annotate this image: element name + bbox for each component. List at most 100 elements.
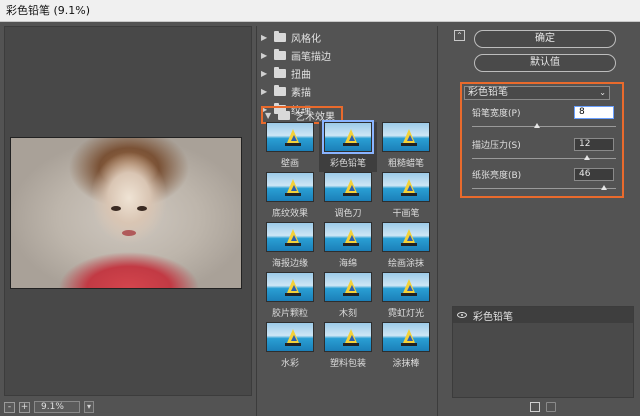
filter-thumbnail bbox=[382, 172, 430, 202]
caret-right-icon: ▶ bbox=[261, 32, 268, 42]
filter-label: 水彩 bbox=[280, 359, 299, 369]
zoom-level[interactable]: 9.1% bbox=[34, 401, 80, 413]
category-label: 素描 bbox=[291, 87, 311, 99]
filter-dry-brush[interactable]: 干画笔 bbox=[377, 172, 435, 222]
filter-thumbnail bbox=[266, 122, 314, 152]
filter-watercolor[interactable]: 水彩 bbox=[261, 322, 319, 372]
category-sketch[interactable]: ▶ 素描 bbox=[261, 82, 311, 100]
pencil-width-slider[interactable] bbox=[472, 126, 616, 127]
param-label-stroke-pressure: 描边压力(S) bbox=[472, 141, 521, 151]
filter-label: 木刻 bbox=[338, 309, 357, 319]
filter-thumbnail bbox=[322, 120, 374, 154]
filter-label: 海绵 bbox=[338, 259, 357, 269]
settings-panel: ⌃ 确定 默认值 彩色铅笔 ⌄ 铅笔宽度(P) 8 描边压力(S) 12 纸张亮… bbox=[440, 26, 638, 416]
filter-palette-knife[interactable]: 调色刀 bbox=[319, 172, 377, 222]
preview-eye-left bbox=[111, 206, 121, 211]
filter-rough-pastels[interactable]: 粗糙蜡笔 bbox=[377, 122, 435, 172]
filter-label: 彩色铅笔 bbox=[329, 159, 366, 169]
trash-icon[interactable] bbox=[546, 402, 556, 412]
stroke-pressure-slider[interactable] bbox=[472, 158, 616, 159]
preview-mouth bbox=[122, 230, 136, 236]
chevron-down-icon: ⌄ bbox=[599, 88, 606, 97]
param-label-paper-brightness: 纸张亮度(B) bbox=[472, 171, 522, 181]
folder-open-icon bbox=[278, 108, 290, 120]
stroke-pressure-input[interactable]: 12 bbox=[574, 138, 614, 151]
filter-settings-box: 彩色铅笔 ⌄ 铅笔宽度(P) 8 描边压力(S) 12 纸张亮度(B) 46 bbox=[460, 82, 624, 198]
caret-right-icon: ▶ bbox=[261, 68, 268, 78]
filter-thumbnail bbox=[324, 272, 372, 302]
filter-paint-daubs[interactable]: 绘画涂抹 bbox=[377, 222, 435, 272]
effect-layer-name: 彩色铅笔 bbox=[473, 311, 513, 323]
filter-label: 绘画涂抹 bbox=[387, 259, 424, 269]
folder-icon bbox=[274, 84, 286, 96]
param-label-pencil-width: 铅笔宽度(P) bbox=[472, 109, 521, 119]
category-stylize[interactable]: ▶ 风格化 bbox=[261, 28, 321, 46]
filter-thumbnail bbox=[382, 272, 430, 302]
caret-right-icon: ▶ bbox=[261, 50, 268, 60]
caret-right-icon: ▶ bbox=[261, 86, 268, 96]
pencil-width-input[interactable]: 8 bbox=[574, 106, 614, 119]
filter-select[interactable]: 彩色铅笔 ⌄ bbox=[464, 86, 610, 100]
filter-label: 干画笔 bbox=[392, 209, 420, 219]
filter-label: 涂抹棒 bbox=[392, 359, 420, 369]
zoom-out-button[interactable]: - bbox=[4, 401, 15, 413]
filter-label: 胶片颗粒 bbox=[271, 309, 308, 319]
eye-icon[interactable] bbox=[457, 312, 467, 318]
preview-panel[interactable] bbox=[4, 26, 252, 396]
category-label: 扭曲 bbox=[291, 69, 311, 81]
filter-thumbnail bbox=[266, 172, 314, 202]
folder-icon bbox=[274, 66, 286, 78]
filter-thumbnail bbox=[382, 122, 430, 152]
paper-brightness-slider-handle[interactable] bbox=[601, 185, 608, 190]
collapse-gallery-button[interactable]: ⌃ bbox=[454, 30, 465, 41]
window-title: 彩色铅笔 (9.1%) bbox=[0, 0, 640, 22]
category-distort[interactable]: ▶ 扭曲 bbox=[261, 64, 311, 82]
stroke-pressure-slider-handle[interactable] bbox=[584, 155, 591, 160]
filter-neon-glow[interactable]: 霓虹灯光 bbox=[377, 272, 435, 322]
filter-thumbnail bbox=[324, 322, 372, 352]
filter-thumbnail bbox=[382, 222, 430, 252]
filter-film-grain[interactable]: 胶片颗粒 bbox=[261, 272, 319, 322]
filter-label: 底纹效果 bbox=[271, 209, 308, 219]
filter-label: 塑料包装 bbox=[329, 359, 366, 369]
category-label: 画笔描边 bbox=[291, 51, 331, 63]
preview-image[interactable] bbox=[10, 137, 242, 289]
preview-eye-right bbox=[137, 206, 147, 211]
pencil-width-slider-handle[interactable] bbox=[533, 123, 540, 128]
folder-icon bbox=[274, 48, 286, 60]
filter-smudge-stick[interactable]: 涂抹棒 bbox=[377, 322, 435, 372]
filter-plastic-wrap[interactable]: 塑料包装 bbox=[319, 322, 377, 372]
effect-layer-row[interactable]: 彩色铅笔 bbox=[453, 307, 633, 323]
zoom-dropdown-icon[interactable]: ▾ bbox=[84, 401, 94, 413]
category-label: 风格化 bbox=[291, 33, 321, 45]
filter-thumbnail bbox=[266, 272, 314, 302]
new-effect-layer-icon[interactable] bbox=[530, 402, 540, 412]
filter-label: 霓虹灯光 bbox=[387, 309, 424, 319]
filter-sponge[interactable]: 海绵 bbox=[319, 222, 377, 272]
filter-fresco[interactable]: 壁画 bbox=[261, 122, 319, 172]
filter-label: 调色刀 bbox=[334, 209, 362, 219]
folder-icon bbox=[274, 30, 286, 42]
filter-thumbnail bbox=[266, 322, 314, 352]
ok-button[interactable]: 确定 bbox=[474, 30, 616, 48]
filter-gallery: ▶ 风格化 ▶ 画笔描边 ▶ 扭曲 ▶ 素描 ▶ 纹理 ▼ 艺术效果 壁画 彩色… bbox=[256, 26, 438, 416]
filter-label: 海报边缘 bbox=[271, 259, 308, 269]
category-brush-strokes[interactable]: ▶ 画笔描边 bbox=[261, 46, 331, 64]
paper-brightness-slider[interactable] bbox=[472, 188, 616, 189]
filter-poster-edges[interactable]: 海报边缘 bbox=[261, 222, 319, 272]
filter-colored-pencil[interactable]: 彩色铅笔 bbox=[319, 120, 377, 172]
filter-cutout[interactable]: 木刻 bbox=[319, 272, 377, 322]
zoom-in-button[interactable]: + bbox=[19, 401, 30, 413]
paper-brightness-input[interactable]: 46 bbox=[574, 168, 614, 181]
filter-thumbnail bbox=[324, 222, 372, 252]
status-bar: - + 9.1% ▾ bbox=[4, 400, 94, 414]
filter-thumbnail bbox=[266, 222, 314, 252]
layer-tools bbox=[530, 402, 556, 412]
filter-thumbnail bbox=[324, 172, 372, 202]
filter-thumbnail bbox=[382, 322, 430, 352]
filter-underpainting[interactable]: 底纹效果 bbox=[261, 172, 319, 222]
filter-label: 粗糙蜡笔 bbox=[387, 159, 424, 169]
default-button[interactable]: 默认值 bbox=[474, 54, 616, 72]
caret-down-icon: ▼ bbox=[265, 110, 272, 120]
category-label: 艺术效果 bbox=[295, 111, 335, 123]
